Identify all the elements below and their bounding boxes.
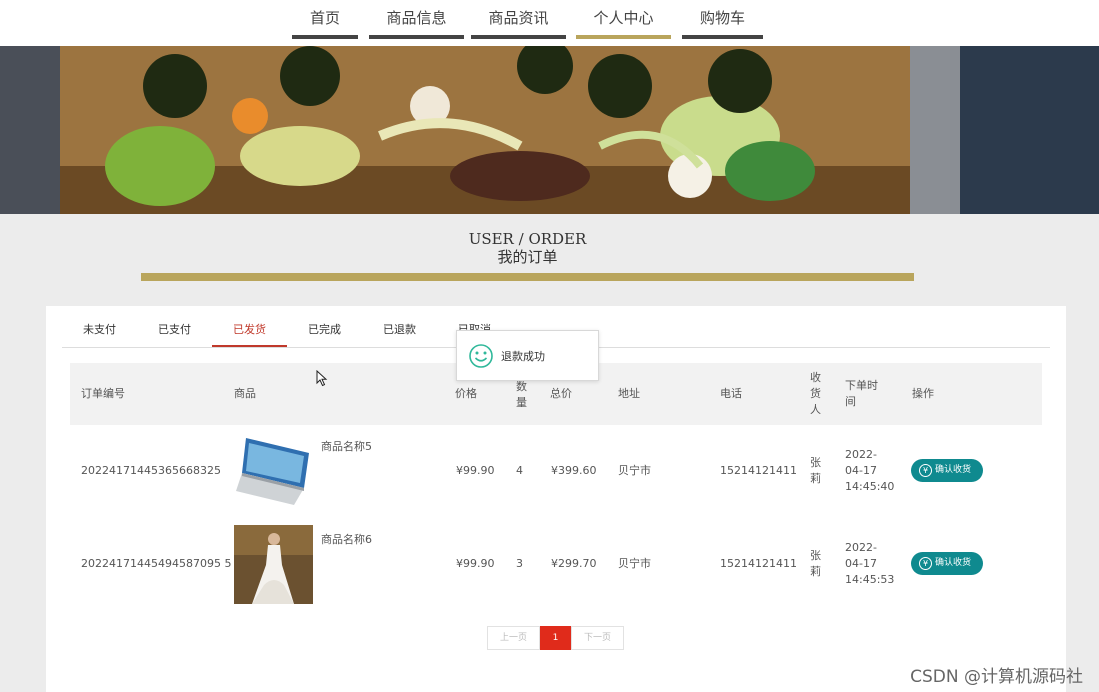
order-no: 20224171445494587095 5 xyxy=(81,557,232,570)
receiver: 张莉 xyxy=(810,456,821,485)
order-no: 20224171445365668325 xyxy=(81,464,221,477)
header-phone: 电话 xyxy=(720,387,742,400)
total: ¥399.60 xyxy=(551,464,597,477)
tab-paid[interactable]: 已支付 xyxy=(137,318,212,347)
order-time: 2022-04-17 14:45:40 xyxy=(845,448,895,493)
header-action: 操作 xyxy=(912,387,934,400)
table-row: 20224171445365668325 商品名称5 ¥99.90 4 ¥399… xyxy=(70,425,1042,518)
header-total: 总价 xyxy=(550,387,572,400)
yen-icon: ¥ xyxy=(919,464,932,477)
tab-refunded[interactable]: 已退款 xyxy=(362,318,437,347)
banner-image xyxy=(0,46,1099,214)
section-title-cn: 我的订单 xyxy=(497,248,558,266)
tab-unpaid[interactable]: 未支付 xyxy=(62,318,137,347)
toast-message: 退款成功 xyxy=(501,350,545,363)
header-receiver: 收货人 xyxy=(810,371,821,416)
next-page-button[interactable]: 下一页 xyxy=(571,626,624,650)
prev-page-button[interactable]: 上一页 xyxy=(487,626,540,650)
success-toast: 退款成功 xyxy=(456,330,599,381)
header-qty: 数量 xyxy=(516,380,527,409)
confirm-receipt-button[interactable]: ¥ 确认收货 xyxy=(911,552,983,575)
section-title: USER / ORDER 我的订单 xyxy=(0,230,1055,266)
confirm-receipt-button[interactable]: ¥ 确认收货 xyxy=(911,459,983,482)
page-1-button[interactable]: 1 xyxy=(540,626,571,650)
nav-item-user-center[interactable]: 个人中心 xyxy=(576,0,671,39)
title-underline xyxy=(141,273,914,281)
header-order-no: 订单编号 xyxy=(81,387,125,400)
product-image[interactable] xyxy=(234,525,313,604)
address: 贝宁市 xyxy=(618,464,651,477)
order-time: 2022-04-17 14:45:53 xyxy=(845,541,895,586)
receiver: 张莉 xyxy=(810,549,821,578)
watermark: CSDN @计算机源码社 xyxy=(910,667,1083,687)
table-row: 20224171445494587095 5 商品名称6 ¥99.90 3 ¥2… xyxy=(70,518,1042,611)
product-image[interactable] xyxy=(234,433,313,512)
nav-item-home[interactable]: 首页 xyxy=(292,0,358,39)
total: ¥299.70 xyxy=(551,557,597,570)
header-price: 价格 xyxy=(455,387,477,400)
nav-item-news[interactable]: 商品资讯 xyxy=(471,0,566,39)
top-nav: 首页 商品信息 商品资讯 个人中心 购物车 xyxy=(0,0,1099,46)
header-time: 下单时间 xyxy=(845,379,878,408)
header-address: 地址 xyxy=(618,387,640,400)
quantity: 3 xyxy=(516,557,523,570)
tab-shipped[interactable]: 已发货 xyxy=(212,318,287,347)
yen-icon: ¥ xyxy=(919,557,932,570)
header-product: 商品 xyxy=(234,387,256,400)
section-title-en: USER / ORDER xyxy=(468,230,587,248)
confirm-receipt-label: 确认收货 xyxy=(935,465,972,475)
price: ¥99.90 xyxy=(456,464,495,477)
phone: 15214121411 xyxy=(720,557,797,570)
price: ¥99.90 xyxy=(456,557,495,570)
confirm-receipt-label: 确认收货 xyxy=(935,558,972,568)
mouse-cursor-icon xyxy=(316,369,328,391)
product-name[interactable]: 商品名称5 xyxy=(321,439,372,455)
address: 贝宁市 xyxy=(618,557,651,570)
tab-completed[interactable]: 已完成 xyxy=(287,318,362,347)
phone: 15214121411 xyxy=(720,464,797,477)
product-name[interactable]: 商品名称6 xyxy=(321,532,372,548)
smile-icon xyxy=(469,344,493,372)
nav-item-cart[interactable]: 购物车 xyxy=(682,0,763,39)
nav-item-products[interactable]: 商品信息 xyxy=(369,0,464,39)
quantity: 4 xyxy=(516,464,523,477)
